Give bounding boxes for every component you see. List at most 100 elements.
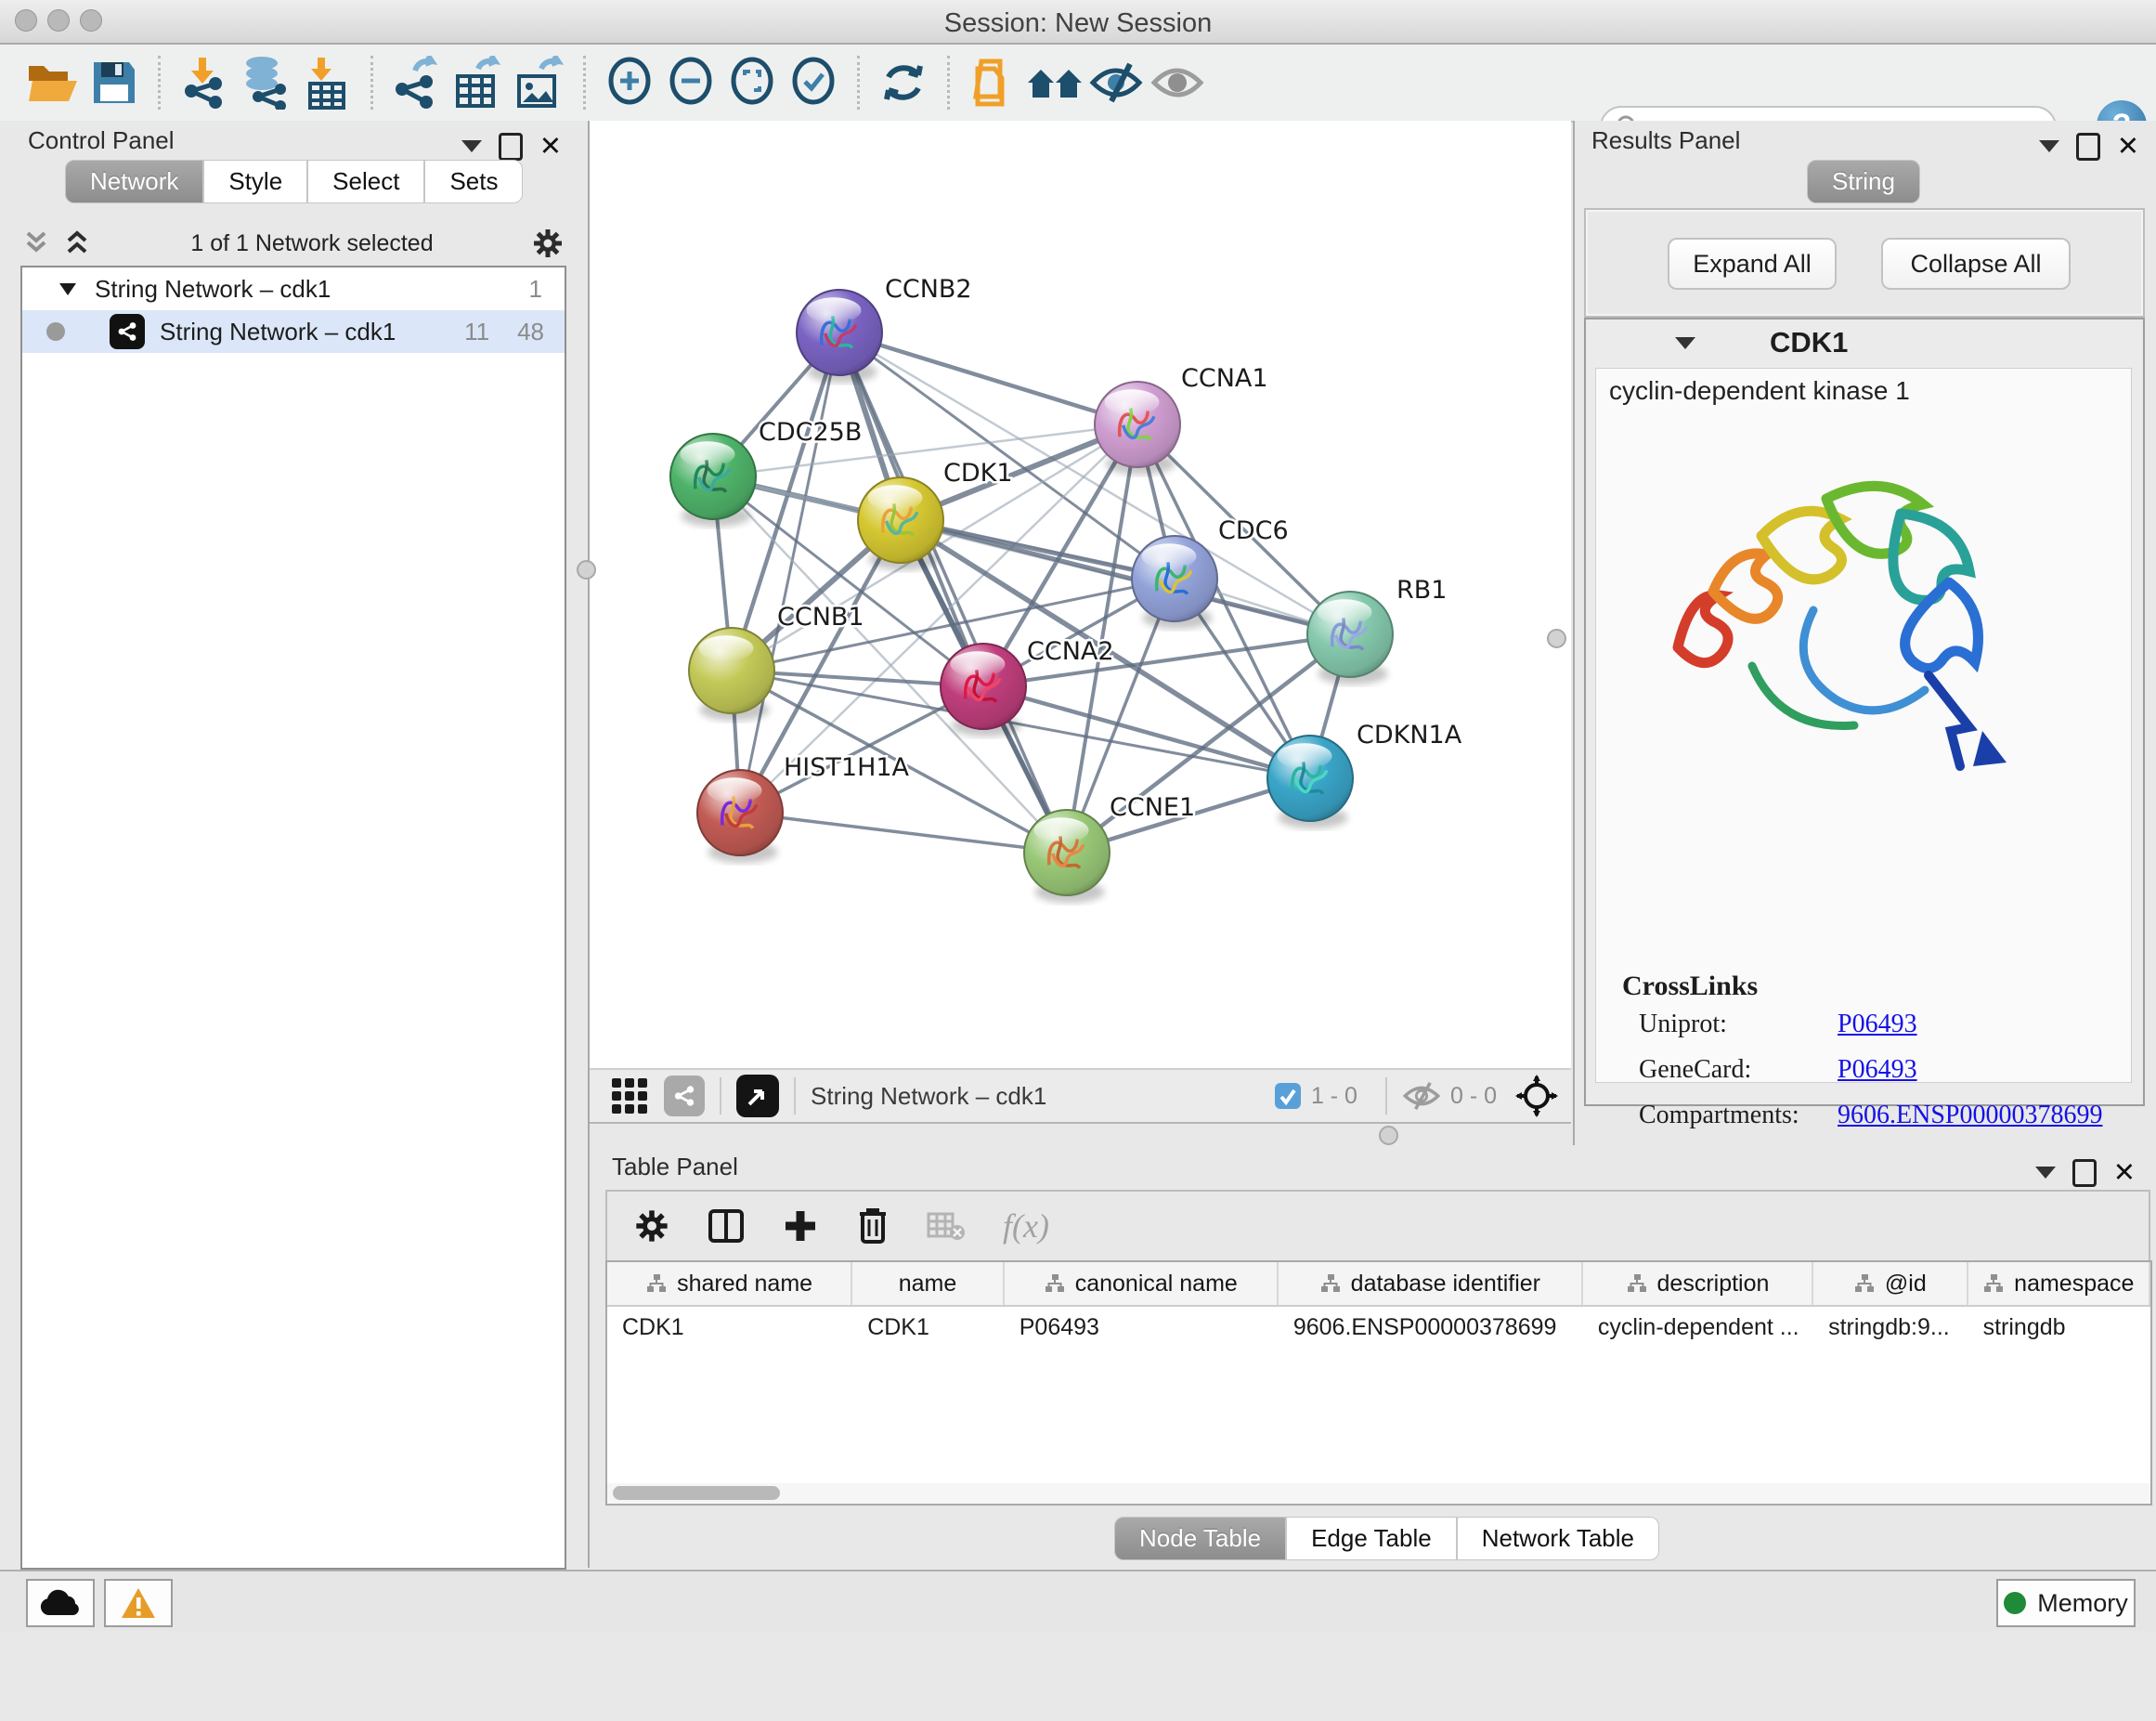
- edge-CCNB2-HIST1H1A[interactable]: [740, 332, 839, 813]
- zoom-fit-button[interactable]: [721, 53, 783, 112]
- tab-network-table[interactable]: Network Table: [1457, 1517, 1659, 1560]
- export-table-icon: [452, 56, 504, 110]
- network-collection-row[interactable]: String Network – cdk1 1: [22, 267, 565, 310]
- column-header-database-identifier[interactable]: database identifier: [1279, 1262, 1583, 1305]
- network-row[interactable]: String Network – cdk1 11 48: [22, 310, 565, 353]
- column-header-description[interactable]: description: [1583, 1262, 1813, 1305]
- grid-view-icon[interactable]: [610, 1076, 649, 1115]
- zoom-out-button[interactable]: [660, 53, 721, 112]
- tab-string[interactable]: String: [1807, 160, 1920, 203]
- node-CDK1[interactable]: [858, 477, 943, 570]
- bottom-splitter-handle[interactable]: [1379, 1126, 1398, 1145]
- node-RB1[interactable]: [1307, 592, 1393, 684]
- export-network-button[interactable]: [386, 53, 448, 112]
- network-view-mode-icon[interactable]: [664, 1076, 705, 1116]
- string-results-controls: Expand All Collapse All: [1584, 208, 2145, 318]
- right-splitter-handle[interactable]: [1547, 629, 1566, 648]
- edge-HIST1H1A-CCNE1[interactable]: [740, 813, 1067, 853]
- open-file-button[interactable]: [22, 53, 84, 112]
- scrollbar-thumb[interactable]: [613, 1486, 780, 1500]
- cloud-button[interactable]: [26, 1579, 95, 1627]
- navigator-icon[interactable]: [736, 1075, 779, 1117]
- export-image-button[interactable]: [509, 53, 570, 112]
- tab-select[interactable]: Select: [307, 160, 424, 203]
- column-header-namespace[interactable]: namespace: [1968, 1262, 2150, 1305]
- panel-close-icon[interactable]: ✕: [539, 130, 562, 163]
- panel-collapse-icon[interactable]: [2035, 1167, 2056, 1179]
- network-view[interactable]: CCNB2CCNA1CDC25BCDK1CDC6RB1CCNB1CCNA2CDK…: [590, 121, 1571, 1068]
- panel-collapse-icon[interactable]: [461, 140, 482, 152]
- add-column-icon[interactable]: [782, 1207, 819, 1245]
- table-header-row: shared namenamecanonical namedatabase id…: [607, 1262, 2150, 1307]
- column-header-name[interactable]: name: [852, 1262, 1005, 1305]
- hide-graphics-button[interactable]: [1085, 53, 1147, 112]
- tab-sets[interactable]: Sets: [424, 160, 523, 203]
- homes-button[interactable]: [1024, 53, 1085, 112]
- node-CDC6[interactable]: [1132, 536, 1217, 629]
- table-cell[interactable]: CDK1: [852, 1307, 1005, 1348]
- node-CCNA2[interactable]: [941, 644, 1026, 737]
- table-settings-gear-icon[interactable]: [633, 1207, 670, 1245]
- table-cell[interactable]: stringdb: [1968, 1307, 2150, 1348]
- network-graph[interactable]: CCNB2CCNA1CDC25BCDK1CDC6RB1CCNB1CCNA2CDK…: [590, 121, 1571, 1068]
- node-CDKN1A[interactable]: [1267, 736, 1353, 828]
- protein-card-expander-icon[interactable]: [1675, 337, 1695, 349]
- show-graphics-button[interactable]: [1147, 53, 1208, 112]
- column-header--id[interactable]: @id: [1813, 1262, 1968, 1305]
- column-header-canonical-name[interactable]: canonical name: [1005, 1262, 1279, 1305]
- crosslink-link[interactable]: P06493: [1838, 1010, 1917, 1039]
- node-CCNB1[interactable]: [689, 628, 774, 721]
- panel-collapse-icon[interactable]: [2039, 140, 2059, 152]
- import-network-database-button[interactable]: [235, 53, 296, 112]
- table-cell[interactable]: CDK1: [607, 1307, 852, 1348]
- edge-CCNB2-CCNA1[interactable]: [839, 332, 1137, 424]
- gear-icon[interactable]: [531, 227, 565, 260]
- export-table-button[interactable]: [448, 53, 509, 112]
- panel-float-icon[interactable]: [2072, 1159, 2097, 1187]
- left-splitter-handle[interactable]: [577, 560, 596, 580]
- expand-all-button[interactable]: Expand All: [1668, 238, 1837, 290]
- protein-card-header[interactable]: CDK1: [1586, 319, 2143, 366]
- collapse-all-icon[interactable]: [61, 229, 93, 257]
- node-CDC25B[interactable]: [670, 434, 756, 527]
- tab-node-table[interactable]: Node Table: [1114, 1517, 1286, 1560]
- table-cell[interactable]: 9606.ENSP00000378699: [1279, 1307, 1583, 1348]
- crosslink-link[interactable]: P06493: [1838, 1055, 1917, 1085]
- collapse-all-button[interactable]: Collapse All: [1881, 238, 2071, 290]
- table-cell[interactable]: P06493: [1005, 1307, 1279, 1348]
- crosslink-link[interactable]: 9606.ENSP00000378699: [1838, 1101, 2102, 1130]
- node-CCNE1[interactable]: [1024, 810, 1110, 903]
- table-cell[interactable]: cyclin-dependent ...: [1583, 1307, 1813, 1348]
- panel-float-icon[interactable]: [2076, 133, 2100, 161]
- tree-expander-icon[interactable]: [58, 280, 78, 297]
- panel-float-icon[interactable]: [499, 133, 523, 161]
- tab-style[interactable]: Style: [203, 160, 307, 203]
- tab-edge-table[interactable]: Edge Table: [1286, 1517, 1457, 1560]
- edge-CCNA2-CDKN1A[interactable]: [983, 686, 1310, 778]
- save-session-button[interactable]: [84, 53, 145, 112]
- node-HIST1H1A[interactable]: [697, 770, 783, 863]
- table-row[interactable]: CDK1CDK1P064939606.ENSP00000378699cyclin…: [607, 1307, 2150, 1348]
- expand-all-icon[interactable]: [20, 229, 52, 257]
- warnings-button[interactable]: [104, 1579, 173, 1627]
- memory-button[interactable]: Memory: [1996, 1579, 2136, 1627]
- tab-network[interactable]: Network: [65, 160, 203, 203]
- delete-column-icon[interactable]: [856, 1206, 890, 1245]
- import-network-file-button[interactable]: [174, 53, 235, 112]
- table-cell[interactable]: stringdb:9...: [1813, 1307, 1968, 1348]
- show-columns-icon[interactable]: [708, 1207, 745, 1245]
- warning-icon: [120, 1586, 157, 1620]
- node-CCNA1[interactable]: [1095, 382, 1180, 475]
- import-table-file-button[interactable]: [296, 53, 357, 112]
- table-horizontal-scrollbar[interactable]: [605, 1483, 2152, 1506]
- zoom-in-button[interactable]: [599, 53, 660, 112]
- node-CCNB2[interactable]: [797, 290, 882, 383]
- fit-selected-crosshair-icon[interactable]: [1515, 1075, 1558, 1117]
- selected-checkbox-icon[interactable]: [1274, 1082, 1302, 1110]
- duplicate-network-button[interactable]: [963, 53, 1024, 112]
- panel-close-icon[interactable]: ✕: [2117, 130, 2139, 163]
- column-header-shared-name[interactable]: shared name: [607, 1262, 852, 1305]
- panel-close-icon[interactable]: ✕: [2113, 1156, 2136, 1189]
- zoom-selected-button[interactable]: [783, 53, 844, 112]
- refresh-layout-button[interactable]: [873, 53, 934, 112]
